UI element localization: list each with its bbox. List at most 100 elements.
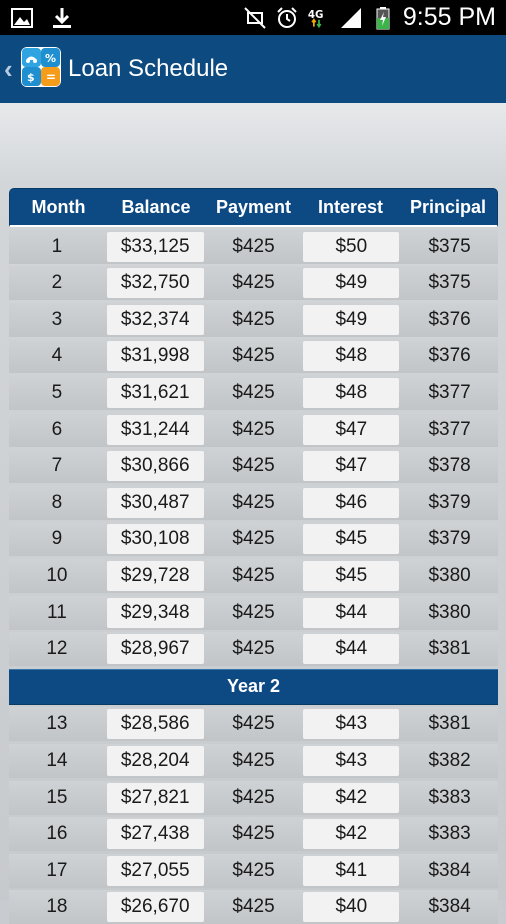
table-row: 13 $28,586 $425 $43 $381 (9, 707, 498, 742)
interest-cell: $40 (303, 892, 400, 923)
table-row: 5 $31,621 $425 $48 $377 (9, 375, 498, 410)
principal-cell: $380 (428, 601, 471, 623)
table-row: 12 $28,967 $425 $44 $381 (9, 632, 498, 667)
year-2-rows: 13 $28,586 $425 $43 $381 14 $28,204 $425 $43 $382… (9, 707, 498, 924)
principal-cell: $379 (428, 491, 471, 513)
battery-charging-icon (376, 6, 390, 29)
header-balance: Balance (121, 196, 191, 217)
payment-cell: $425 (232, 235, 275, 257)
payment-cell: $425 (232, 786, 275, 808)
download-icon (53, 8, 71, 28)
signal-icon (340, 7, 361, 28)
interest-cell: $48 (303, 377, 400, 408)
interest-cell: $43 (303, 745, 400, 776)
app-icon[interactable]: % $ = (21, 47, 61, 87)
table-row: 1 $33,125 $425 $50 $375 (9, 229, 498, 264)
principal-cell: $377 (428, 381, 471, 403)
balance-cell: $32,750 (106, 268, 204, 299)
balance-cell: $28,204 (106, 745, 204, 776)
balance-cell: $26,670 (106, 892, 204, 923)
balance-cell: $29,348 (106, 597, 204, 628)
table-row: 18 $26,670 $425 $40 $384 (9, 890, 498, 924)
principal-cell: $376 (428, 308, 471, 330)
payment-cell: $425 (232, 345, 275, 367)
table-row: 14 $28,204 $425 $43 $382 (9, 743, 498, 778)
principal-cell: $384 (428, 896, 471, 918)
table-row: 8 $30,487 $425 $46 $379 (9, 485, 498, 520)
month-cell: 8 (51, 491, 63, 513)
table-row: 9 $30,108 $425 $45 $379 (9, 522, 498, 557)
action-bar: ‹ % $ = Loan Schedule (0, 35, 506, 103)
balance-cell: $27,438 (106, 819, 204, 850)
payment-cell: $425 (232, 896, 275, 918)
balance-cell: $30,866 (106, 451, 204, 482)
payment-cell: $425 (232, 455, 275, 477)
principal-cell: $380 (428, 564, 471, 586)
principal-cell: $382 (428, 749, 471, 771)
payment-cell: $425 (232, 859, 275, 881)
principal-cell: $376 (428, 345, 471, 367)
year-1-rows: 1 $33,125 $425 $50 $375 2 $32,750 $425 $49 $375 3 $… (9, 229, 498, 667)
header-payment: Payment (215, 196, 292, 217)
image-icon (11, 8, 33, 28)
principal-cell: $375 (428, 272, 471, 294)
table-row: 4 $31,998 $425 $48 $376 (9, 339, 498, 374)
header-principal: Principal (409, 196, 487, 217)
interest-cell: $47 (303, 451, 400, 482)
principal-cell: $379 (428, 528, 471, 550)
mute-icon (244, 6, 266, 29)
header-interest: Interest (317, 196, 384, 217)
balance-cell: $28,586 (106, 709, 204, 740)
table-row: 15 $27,821 $425 $42 $383 (9, 780, 498, 815)
balance-cell: $32,374 (106, 304, 204, 335)
month-cell: 5 (51, 381, 63, 403)
back-chevron-icon[interactable]: ‹ (4, 54, 13, 85)
month-cell: 17 (46, 859, 68, 881)
principal-cell: $378 (428, 455, 471, 477)
table-row: 10 $29,728 $425 $45 $380 (9, 558, 498, 593)
svg-text:%: % (45, 52, 56, 65)
month-cell: 3 (51, 308, 63, 330)
payment-cell: $425 (232, 272, 275, 294)
payment-cell: $425 (232, 823, 275, 845)
principal-cell: $377 (428, 418, 471, 440)
clock-time: 9:55 PM (402, 3, 496, 31)
interest-cell: $41 (303, 855, 400, 886)
content-area: Month Balance Payment Interest Principal… (0, 103, 506, 924)
month-cell: 18 (46, 896, 68, 918)
interest-cell: $44 (303, 597, 400, 628)
alarm-icon (277, 6, 297, 28)
interest-cell: $46 (303, 487, 400, 518)
balance-cell: $30,487 (106, 487, 204, 518)
month-cell: 14 (46, 749, 68, 771)
interest-cell: $42 (303, 819, 400, 850)
table-row: 11 $29,348 $425 $44 $380 (9, 595, 498, 630)
month-cell: 7 (51, 455, 63, 477)
month-cell: 6 (51, 418, 63, 440)
principal-cell: $384 (428, 859, 471, 881)
interest-cell: $43 (303, 709, 400, 740)
status-bar: 4G 9:55 PM (0, 0, 506, 35)
payment-cell: $425 (232, 528, 275, 550)
page-title: Loan Schedule (68, 55, 229, 82)
balance-cell: $31,998 (106, 341, 204, 372)
month-cell: 12 (46, 638, 68, 660)
month-cell: 13 (46, 713, 68, 735)
year-divider: Year 2 (9, 668, 498, 705)
month-cell: 11 (47, 601, 67, 623)
interest-cell: $45 (303, 524, 400, 555)
balance-cell: $31,244 (106, 414, 204, 445)
table-row: 7 $30,866 $425 $47 $378 (9, 449, 498, 484)
month-cell: 9 (51, 528, 63, 550)
interest-cell: $45 (303, 560, 400, 591)
loan-schedule-table: Month Balance Payment Interest Principal… (9, 188, 498, 924)
balance-cell: $33,125 (106, 231, 204, 262)
balance-cell: $30,108 (106, 524, 204, 555)
principal-cell: $381 (428, 713, 471, 735)
table-header: Month Balance Payment Interest Principal (9, 188, 498, 227)
payment-cell: $425 (232, 491, 275, 513)
interest-cell: $47 (303, 414, 400, 445)
payment-cell: $425 (232, 638, 275, 660)
balance-cell: $27,821 (106, 782, 204, 813)
month-cell: 16 (46, 823, 68, 845)
